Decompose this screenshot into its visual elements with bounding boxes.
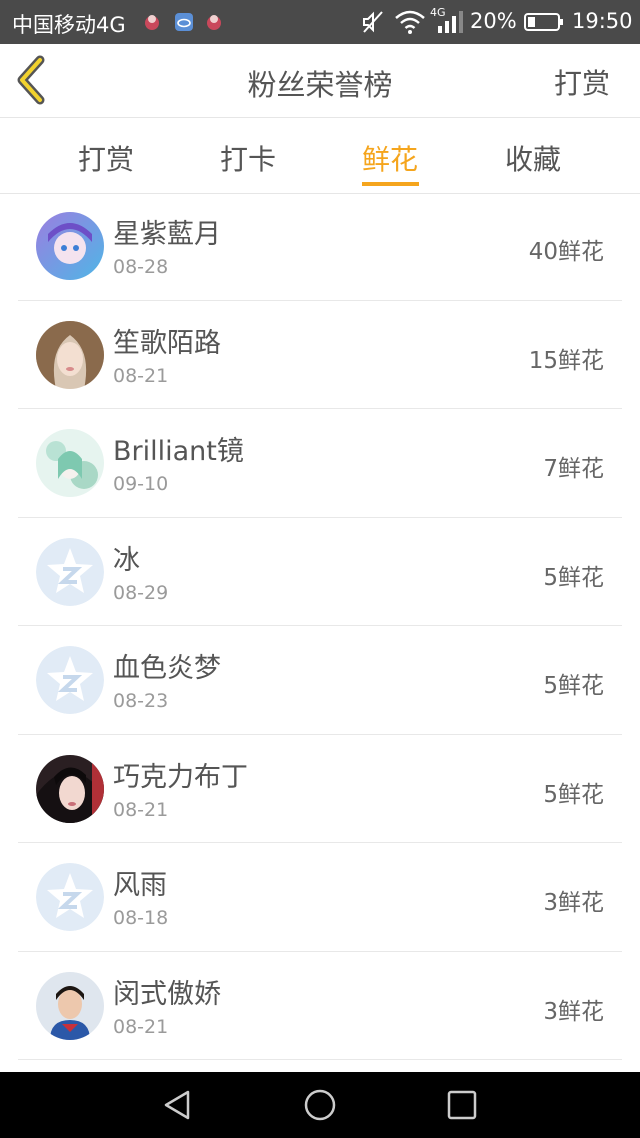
back-button[interactable] [10,54,60,106]
list-item[interactable]: 笙歌陌路 08-21 15鲜花 [0,301,640,409]
fan-nickname: 风雨 [113,870,167,901]
battery-percentage: 20% [470,9,517,33]
row-divider [18,1059,622,1060]
system-nav-bar [0,1072,640,1138]
portrait-avatar-image [36,754,104,823]
anime-avatar-image [36,212,104,280]
fan-list: 星紫藍月 08-28 40鲜花 笙歌陌路 08-21 15鲜花 Brillian… [0,192,640,1060]
fan-date: 09-10 [113,473,169,495]
list-item[interactable]: 冰 08-29 5鲜花 [0,518,640,626]
fan-nickname: 星紫藍月 [113,219,221,250]
list-item[interactable]: 血色炎梦 08-23 5鲜花 [0,626,640,735]
nav-home-icon[interactable] [302,1087,338,1123]
flower-count: 3鲜花 [543,890,604,916]
wifi-icon [395,10,425,34]
page-title: 粉丝荣誉榜 [247,68,393,102]
list-item[interactable]: Brilliant镜 09-10 7鲜花 [0,409,640,518]
default-avatar-icon [36,537,104,606]
flower-count: 3鲜花 [543,998,604,1025]
fan-date: 08-29 [113,581,169,604]
anime-avatar-image [36,429,104,497]
nav-recent-apps-icon[interactable] [444,1087,480,1123]
fan-nickname: 笙歌陌路 [113,327,221,359]
avatar[interactable] [36,646,104,714]
list-item[interactable]: 风雨 08-18 3鲜花 [0,843,640,952]
avatar[interactable] [36,754,104,823]
flower-count: 5鲜花 [543,564,604,591]
header-bar: 粉丝荣誉榜 打赏 [0,44,640,118]
tab-favorites[interactable]: 收藏 [483,138,583,188]
cloud-app-icon [175,13,193,31]
active-tab-indicator [362,182,419,186]
list-item[interactable]: 星紫藍月 08-28 40鲜花 [0,192,640,301]
default-avatar-icon [36,646,104,714]
flower-count: 7鲜花 [543,456,604,482]
status-bar: 中国移动4G 4G 20% 19:50 [0,0,640,44]
fan-nickname: 巧克力布丁 [113,761,248,793]
fan-nickname: 闵式傲娇 [113,978,221,1010]
avatar[interactable] [36,212,104,280]
carrier-label: 中国移动4G [12,13,126,37]
chevron-left-icon [17,55,45,105]
battery-icon [524,13,563,31]
fan-nickname: Brilliant镜 [113,436,244,467]
app-notification-icon [207,15,221,30]
clock: 19:50 [572,9,633,33]
avatar[interactable] [36,863,104,931]
default-avatar-icon [36,863,104,931]
tab-checkin[interactable]: 打卡 [198,138,298,188]
fan-date: 08-28 [113,256,169,278]
flower-count: 15鲜花 [528,347,604,374]
avatar[interactable] [36,429,104,497]
portrait-avatar-image [36,320,104,389]
fan-date: 08-23 [113,690,169,712]
reward-button[interactable]: 打赏 [554,62,610,102]
avatar[interactable] [36,320,104,389]
avatar[interactable] [36,537,104,606]
app-notification-icon [145,15,159,30]
fan-nickname: 血色炎梦 [113,653,221,684]
list-item[interactable]: 巧克力布丁 08-21 5鲜花 [0,735,640,843]
tab-bar: 打赏 打卡 鲜花 收藏 [0,118,640,194]
fan-date: 08-21 [113,798,169,821]
mute-icon [363,11,383,33]
avatar[interactable] [36,971,104,1040]
list-item[interactable]: 闵式傲娇 08-21 3鲜花 [0,952,640,1060]
nav-back-icon[interactable] [160,1087,196,1123]
fan-date: 08-21 [113,1015,169,1038]
fan-date: 08-21 [113,364,169,387]
flower-count: 40鲜花 [528,239,604,265]
tab-reward[interactable]: 打赏 [56,138,156,188]
flower-count: 5鲜花 [543,781,604,808]
tab-flowers[interactable]: 鲜花 [340,138,440,188]
fan-nickname: 冰 [113,544,140,576]
portrait-avatar-image [36,971,104,1040]
flower-count: 5鲜花 [543,673,604,699]
fan-date: 08-18 [113,907,169,929]
signal-icon [438,11,463,33]
